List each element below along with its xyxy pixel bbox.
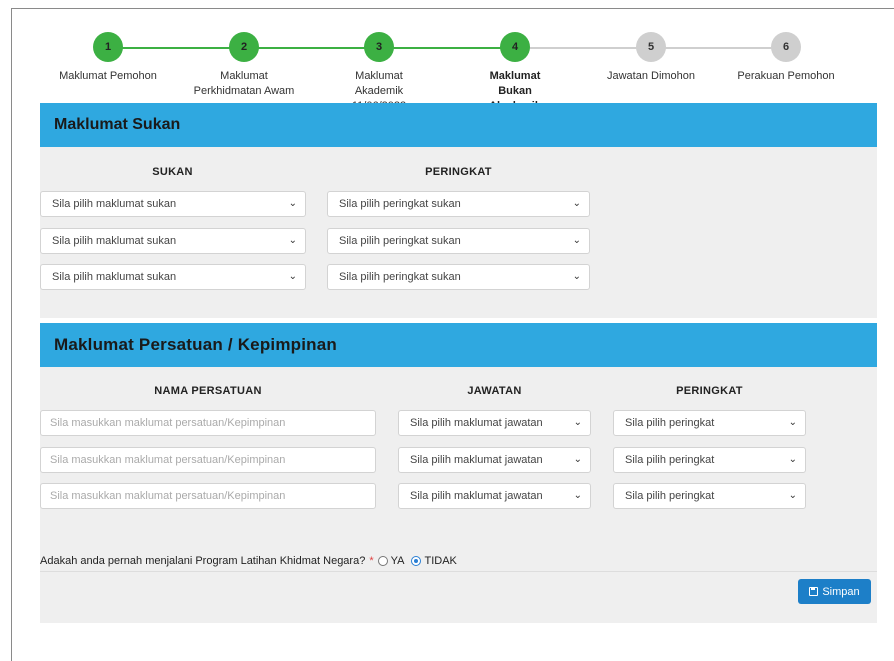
radio-ya-label[interactable]: YA (391, 555, 405, 567)
sukan-select-1-value: Sila pilih maklumat sukan (52, 198, 177, 210)
save-button[interactable]: Simpan (798, 579, 871, 604)
step-1-label: Maklumat Pemohon (59, 70, 157, 82)
chevron-down-icon: ⌄ (573, 490, 582, 501)
peringkat-persatuan-select-1-value: Sila pilih peringkat (625, 417, 715, 429)
sukan-select-1[interactable]: Sila pilih maklumat sukan ⌄ (40, 191, 306, 217)
khidmat-negara-question: Adakah anda pernah menjalani Program Lat… (40, 555, 464, 567)
step-1-circle: 1 (93, 32, 123, 62)
chevron-down-icon: ⌄ (573, 454, 582, 465)
peringkat-sukan-select-3[interactable]: Sila pilih peringkat sukan ⌄ (327, 264, 590, 290)
sukan-select-3[interactable]: Sila pilih maklumat sukan ⌄ (40, 264, 306, 290)
step-2-circle: 2 (229, 32, 259, 62)
peringkat-sukan-select-1[interactable]: Sila pilih peringkat sukan ⌄ (327, 191, 590, 217)
peringkat-persatuan-column-header: PERINGKAT (676, 385, 743, 397)
sukan-select-2[interactable]: Sila pilih maklumat sukan ⌄ (40, 228, 306, 254)
peringkat-sukan-select-3-value: Sila pilih peringkat sukan (339, 271, 461, 283)
step-5-circle: 5 (636, 32, 666, 62)
peringkat-sukan-select-2[interactable]: Sila pilih peringkat sukan ⌄ (327, 228, 590, 254)
stepper-line-completed (108, 47, 515, 49)
chevron-down-icon: ⌄ (572, 271, 581, 282)
peringkat-persatuan-select-2[interactable]: Sila pilih peringkat ⌄ (613, 447, 806, 473)
question-text: Adakah anda pernah menjalani Program Lat… (40, 555, 366, 567)
nama-persatuan-input-1[interactable]: Sila masukkan maklumat persatuan/Kepimpi… (40, 410, 376, 436)
floppy-disk-icon (809, 587, 819, 596)
jawatan-select-1[interactable]: Sila pilih maklumat jawatan ⌄ (398, 410, 591, 436)
jawatan-select-3[interactable]: Sila pilih maklumat jawatan ⌄ (398, 483, 591, 509)
peringkat-persatuan-select-1[interactable]: Sila pilih peringkat ⌄ (613, 410, 806, 436)
persatuan-panel: Maklumat Persatuan / Kepimpinan NAMA PER… (40, 323, 877, 623)
chevron-down-icon: ⌄ (788, 490, 797, 501)
jawatan-select-1-value: Sila pilih maklumat jawatan (410, 417, 543, 429)
persatuan-panel-title: Maklumat Persatuan / Kepimpinan (40, 323, 877, 367)
chevron-down-icon: ⌄ (788, 417, 797, 428)
chevron-down-icon: ⌄ (288, 198, 297, 209)
sukan-column-header: SUKAN (152, 166, 193, 178)
step-2-label: Maklumat Perkhidmatan Awam (193, 70, 295, 97)
step-5-label: Jawatan Dimohon (606, 70, 696, 82)
peringkat-sukan-select-2-value: Sila pilih peringkat sukan (339, 235, 461, 247)
jawatan-select-2-value: Sila pilih maklumat jawatan (410, 454, 543, 466)
jawatan-select-2[interactable]: Sila pilih maklumat jawatan ⌄ (398, 447, 591, 473)
peringkat-column-header: PERINGKAT (425, 166, 492, 178)
sukan-select-2-value: Sila pilih maklumat sukan (52, 235, 177, 247)
jawatan-column-header: JAWATAN (467, 385, 522, 397)
sukan-select-3-value: Sila pilih maklumat sukan (52, 271, 177, 283)
jawatan-select-3-value: Sila pilih maklumat jawatan (410, 490, 543, 502)
nama-persatuan-input-2[interactable]: Sila masukkan maklumat persatuan/Kepimpi… (40, 447, 376, 473)
step-6-circle: 6 (771, 32, 801, 62)
required-mark: * (369, 555, 374, 567)
chevron-down-icon: ⌄ (572, 235, 581, 246)
peringkat-persatuan-select-3-value: Sila pilih peringkat (625, 490, 715, 502)
radio-tidak[interactable] (411, 556, 422, 566)
nama-persatuan-input-3[interactable]: Sila masukkan maklumat persatuan/Kepimpi… (40, 483, 376, 509)
chevron-down-icon: ⌄ (288, 235, 297, 246)
sukan-panel-title: Maklumat Sukan (40, 103, 877, 147)
chevron-down-icon: ⌄ (288, 271, 297, 282)
step-6-label: Perakuan Pemohon (737, 70, 835, 82)
peringkat-sukan-select-1-value: Sila pilih peringkat sukan (339, 198, 461, 210)
chevron-down-icon: ⌄ (788, 454, 797, 465)
peringkat-persatuan-select-3[interactable]: Sila pilih peringkat ⌄ (613, 483, 806, 509)
chevron-down-icon: ⌄ (573, 417, 582, 428)
progress-stepper: 1 Maklumat Pemohon 2 Maklumat Perkhidmat… (0, 0, 894, 112)
sukan-panel: Maklumat Sukan SUKAN PERINGKAT Sila pili… (40, 103, 877, 318)
step-3-circle: 3 (364, 32, 394, 62)
nama-persatuan-column-header: NAMA PERSATUAN (154, 385, 262, 397)
save-button-label: Simpan (822, 585, 860, 598)
footer-divider (40, 571, 877, 572)
radio-tidak-label[interactable]: TIDAK (424, 555, 456, 567)
chevron-down-icon: ⌄ (572, 198, 581, 209)
step-4-circle: 4 (500, 32, 530, 62)
peringkat-persatuan-select-2-value: Sila pilih peringkat (625, 454, 715, 466)
radio-ya[interactable] (377, 556, 388, 566)
